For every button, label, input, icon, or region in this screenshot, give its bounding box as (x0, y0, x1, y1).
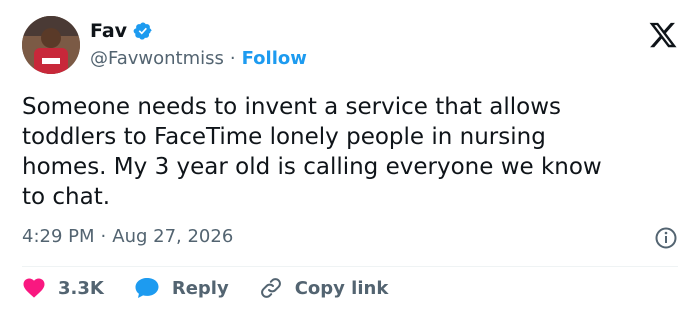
reply-button[interactable]: Reply (134, 276, 229, 300)
follow-button[interactable]: Follow (242, 48, 307, 69)
separator-dot: · (100, 226, 107, 247)
tweet-text: Someone needs to invent a service that a… (22, 94, 602, 210)
like-count: 3.3K (58, 277, 104, 299)
heart-icon (23, 278, 45, 298)
action-bar: 3.3K Reply Copy link (22, 276, 418, 300)
tweet-date[interactable]: Aug 27, 2026 (112, 226, 233, 247)
author-name[interactable]: Fav (90, 20, 127, 42)
tweet-card: Fav @Favwontmiss · Follow Someone needs … (0, 0, 700, 318)
verified-badge-icon (133, 22, 152, 40)
author-handle[interactable]: @Favwontmiss (90, 48, 224, 69)
divider (22, 266, 678, 267)
tweet-meta: 4:29 PM · Aug 27, 2026 (22, 226, 233, 247)
info-icon[interactable] (654, 226, 678, 250)
avatar[interactable] (22, 16, 80, 74)
copy-link-label: Copy link (294, 277, 389, 299)
reply-label: Reply (171, 277, 229, 299)
like-button[interactable]: 3.3K (22, 276, 104, 300)
copy-link-button[interactable]: Copy link (259, 276, 389, 300)
separator-dot: · (229, 48, 236, 69)
link-icon (260, 278, 281, 298)
reply-bubble-icon (135, 278, 159, 298)
tweet-time[interactable]: 4:29 PM (22, 226, 95, 247)
x-logo-icon[interactable] (648, 20, 678, 50)
